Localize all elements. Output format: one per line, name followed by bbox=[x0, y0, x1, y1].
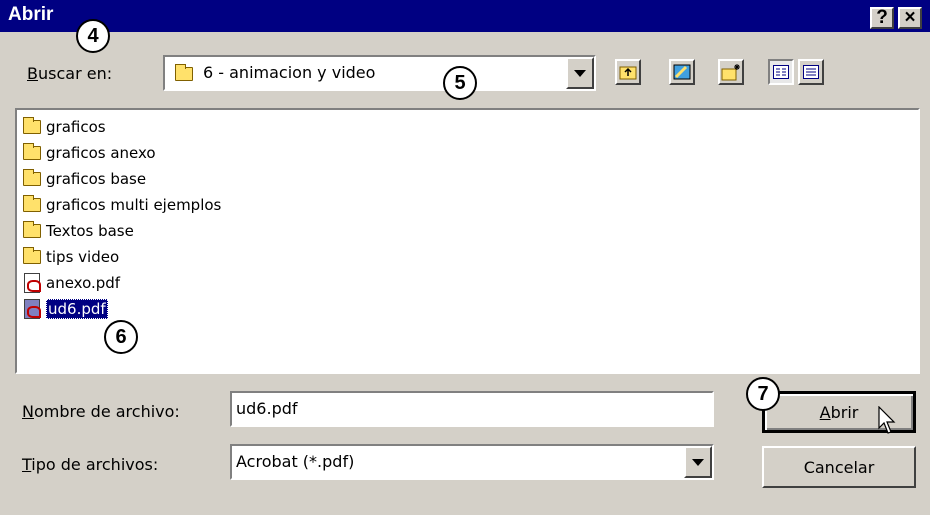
list-item-label: Textos base bbox=[46, 222, 134, 240]
folder-icon bbox=[21, 143, 43, 160]
filetype-label: Tipo de archivos: bbox=[22, 455, 159, 474]
look-in-dropdown-button[interactable] bbox=[566, 57, 594, 89]
folder-icon bbox=[21, 195, 43, 212]
folder-open-icon bbox=[175, 64, 193, 81]
list-item[interactable]: graficos anexo bbox=[17, 140, 918, 166]
list-item-label: graficos anexo bbox=[46, 144, 156, 162]
list-item[interactable]: anexo.pdf bbox=[17, 270, 918, 296]
list-item-label: graficos bbox=[46, 118, 106, 136]
folder-icon bbox=[21, 221, 43, 238]
list-item-label: ud6.pdf bbox=[46, 299, 108, 319]
list-item[interactable]: ud6.pdf bbox=[17, 296, 918, 322]
look-in-value: 6 - animacion y video bbox=[203, 63, 376, 82]
list-view-icon bbox=[773, 65, 789, 79]
title-bar[interactable]: Abrir ? × bbox=[0, 0, 930, 32]
list-item-label: graficos base bbox=[46, 170, 147, 188]
filename-label: Nombre de archivo: bbox=[22, 402, 180, 421]
pdf-file-icon bbox=[21, 299, 43, 319]
look-in-label: Buscar en: bbox=[27, 64, 113, 83]
folder-icon bbox=[21, 117, 43, 134]
pdf-file-icon bbox=[21, 273, 43, 293]
help-button[interactable]: ? bbox=[870, 7, 894, 29]
marker-7: 7 bbox=[746, 377, 780, 411]
list-item[interactable]: tips video bbox=[17, 244, 918, 270]
list-item-label: graficos multi ejemplos bbox=[46, 196, 222, 214]
look-in-combo[interactable]: 6 - animacion y video bbox=[163, 55, 596, 91]
list-view-button[interactable] bbox=[768, 59, 794, 85]
folder-icon bbox=[21, 247, 43, 264]
chevron-down-icon bbox=[574, 69, 586, 77]
list-item[interactable]: graficos base bbox=[17, 166, 918, 192]
filetype-dropdown-button[interactable] bbox=[684, 446, 712, 478]
file-list[interactable]: graficos graficos anexo graficos base grafi… bbox=[15, 108, 920, 374]
details-view-button[interactable] bbox=[798, 59, 824, 85]
chevron-down-icon bbox=[692, 458, 704, 466]
marker-6: 6 bbox=[104, 320, 138, 354]
list-item[interactable]: Textos base bbox=[17, 218, 918, 244]
filetype-value: Acrobat (*.pdf) bbox=[236, 452, 355, 471]
new-folder-icon bbox=[721, 64, 740, 81]
marker-5: 5 bbox=[443, 66, 477, 100]
cancel-button[interactable]: Cancelar bbox=[762, 446, 916, 488]
list-item-label: anexo.pdf bbox=[46, 274, 121, 292]
list-item[interactable]: graficos multi ejemplos bbox=[17, 192, 918, 218]
list-item[interactable]: graficos bbox=[17, 114, 918, 140]
up-folder-button[interactable] bbox=[615, 59, 641, 85]
open-button-label: Abrir bbox=[819, 402, 859, 422]
close-button[interactable]: × bbox=[898, 7, 922, 29]
filename-input[interactable]: ud6.pdf bbox=[230, 391, 714, 427]
mouse-cursor-icon bbox=[878, 406, 896, 434]
new-folder-button[interactable] bbox=[718, 59, 744, 85]
window-title: Abrir bbox=[8, 4, 54, 25]
desktop-button[interactable] bbox=[669, 59, 695, 85]
up-folder-icon bbox=[619, 66, 637, 80]
list-item-label: tips video bbox=[46, 248, 120, 266]
marker-4: 4 bbox=[76, 19, 110, 53]
desktop-icon bbox=[673, 64, 691, 80]
details-view-icon bbox=[803, 65, 819, 79]
filetype-select[interactable]: Acrobat (*.pdf) bbox=[230, 444, 714, 480]
folder-icon bbox=[21, 169, 43, 186]
